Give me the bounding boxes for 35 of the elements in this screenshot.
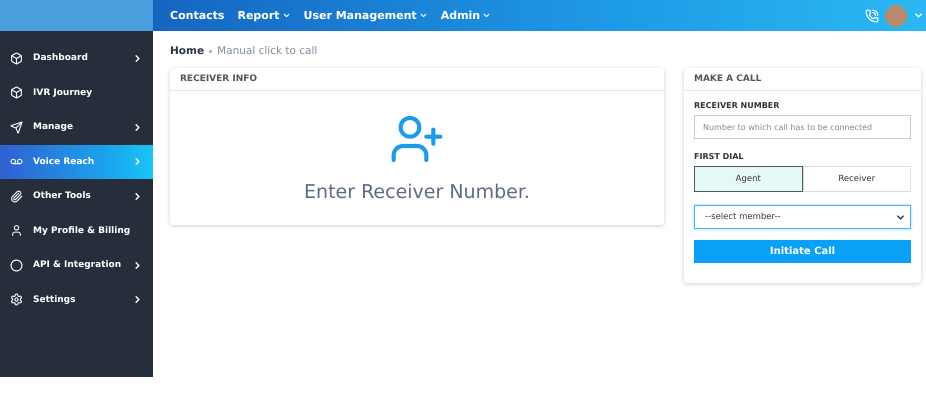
sidebar-item[interactable]: Other Tools [0,179,153,214]
menu-item[interactable]: Contacts [170,9,224,22]
caret-icon [282,11,291,20]
settings-icon [10,293,23,306]
empty-message: Enter Receiver Number. [304,181,530,203]
field-label: RECEIVER NUMBER [694,101,780,110]
sidebar-item[interactable]: Voice Reach [0,144,153,179]
menu-item[interactable]: Admin [440,9,492,22]
sidebar-item[interactable]: Settings [0,282,153,317]
caret-icon [418,11,428,20]
box-icon [10,86,23,100]
toggle-option[interactable]: Agent [694,166,802,192]
card-title: RECEIVER INFO [170,68,664,91]
menu-item[interactable]: User Management [304,9,428,22]
box-icon [10,52,23,65]
avatar[interactable] [885,4,907,26]
card-title: MAKE A CALL [684,68,921,91]
sidebar-item[interactable]: API & Integration [0,248,153,282]
caret-icon [482,11,492,20]
menu-item[interactable]: Report [237,9,291,22]
breadcrumb-item: Manual click to call [217,45,318,57]
breadcrumb-item[interactable]: Home [170,45,204,57]
toggle-option[interactable]: Receiver [802,166,911,192]
sidebar-item[interactable]: Dashboard [0,41,153,76]
circle-icon [10,258,23,272]
user-icon [10,224,23,238]
phone-icon[interactable] [865,8,879,22]
paperclip-icon [10,190,23,203]
receiver-number-field[interactable]: Number to which call has to be connected [694,115,911,139]
send-icon [10,120,23,134]
sidebar-item[interactable]: My Profile & Billing [0,214,153,248]
sidebar-item[interactable]: Manage [0,110,153,144]
member-select[interactable]: --select member-- [694,205,911,229]
sidebar-item[interactable]: IVR Journey [0,76,153,110]
field-label: FIRST DIAL [694,152,745,161]
